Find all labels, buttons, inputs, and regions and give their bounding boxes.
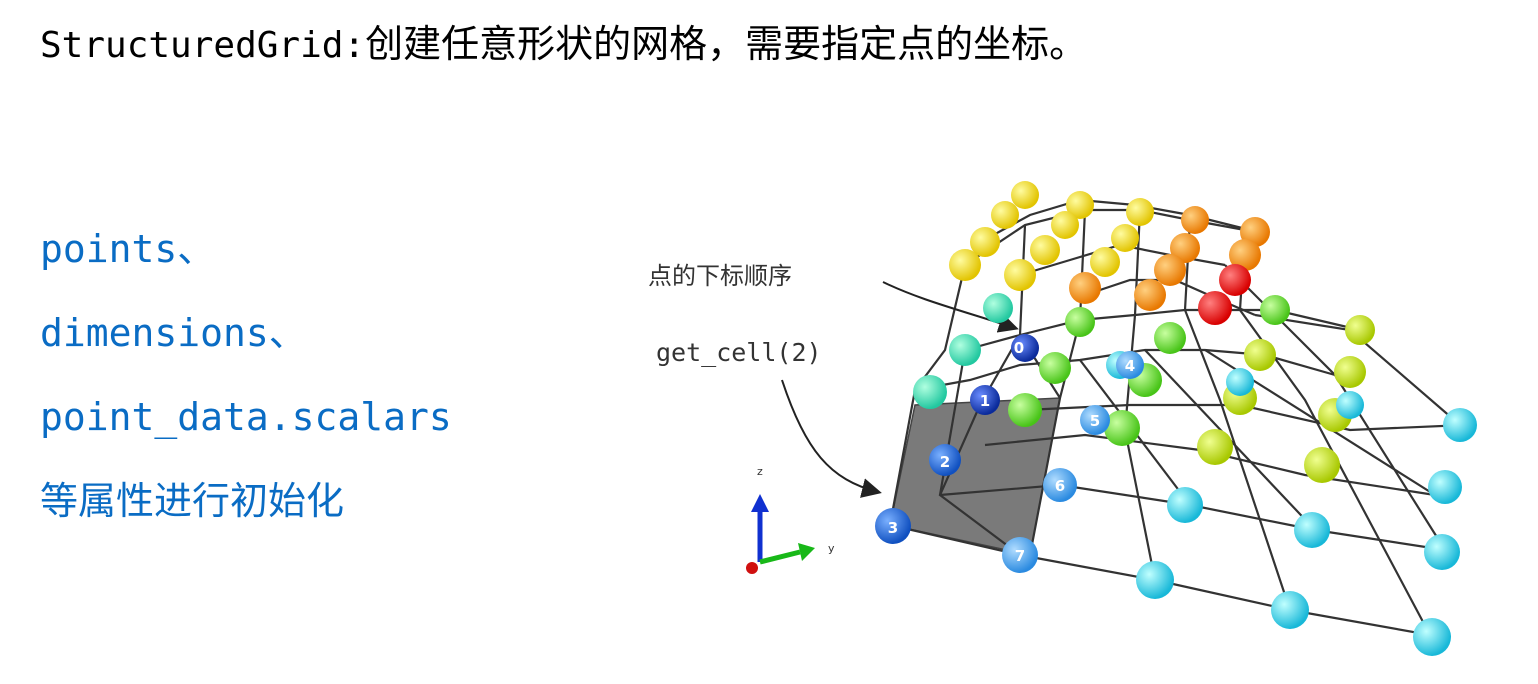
attribute-summary: 等属性进行初始化 xyxy=(40,479,345,523)
point-index-label: 3 xyxy=(888,519,898,537)
axis-z-label: z xyxy=(757,465,763,478)
axis-y-label: y xyxy=(828,542,835,555)
point-index-label: 5 xyxy=(1090,412,1100,430)
grid-illustration: 0 1 2 3 4 5 6 7 z y xyxy=(746,181,1477,656)
point-order-label: 点的下标顺序 xyxy=(648,262,792,290)
attribute-item: point_data.scalars xyxy=(40,395,452,439)
point-index-label: 0 xyxy=(1014,339,1024,357)
point-index-label: 2 xyxy=(940,453,950,471)
attribute-list: points、 dimensions、 point_data.scalars 等… xyxy=(40,207,452,543)
title-description: 创建任意形状的网格，需要指定点的坐标。 xyxy=(365,22,1088,66)
class-name: StructuredGrid: xyxy=(40,25,366,66)
point-index-label: 1 xyxy=(980,392,990,410)
attribute-item: points、 xyxy=(40,227,216,271)
point-index-label: 7 xyxy=(1015,547,1025,565)
axes-triad: z y xyxy=(746,465,835,574)
point-index-label: 4 xyxy=(1125,357,1135,375)
get-cell-arrow xyxy=(781,379,882,498)
get-cell-label: get_cell(2) xyxy=(656,338,822,367)
page-title: StructuredGrid:创建任意形状的网格，需要指定点的坐标。 xyxy=(40,18,1087,72)
structured-grid-figure: 0 1 2 3 4 5 6 7 z y 点的下标顺序 get_cell(2) xyxy=(600,150,1538,684)
point-index-label: 6 xyxy=(1055,477,1065,495)
attribute-item: dimensions、 xyxy=(40,311,307,355)
